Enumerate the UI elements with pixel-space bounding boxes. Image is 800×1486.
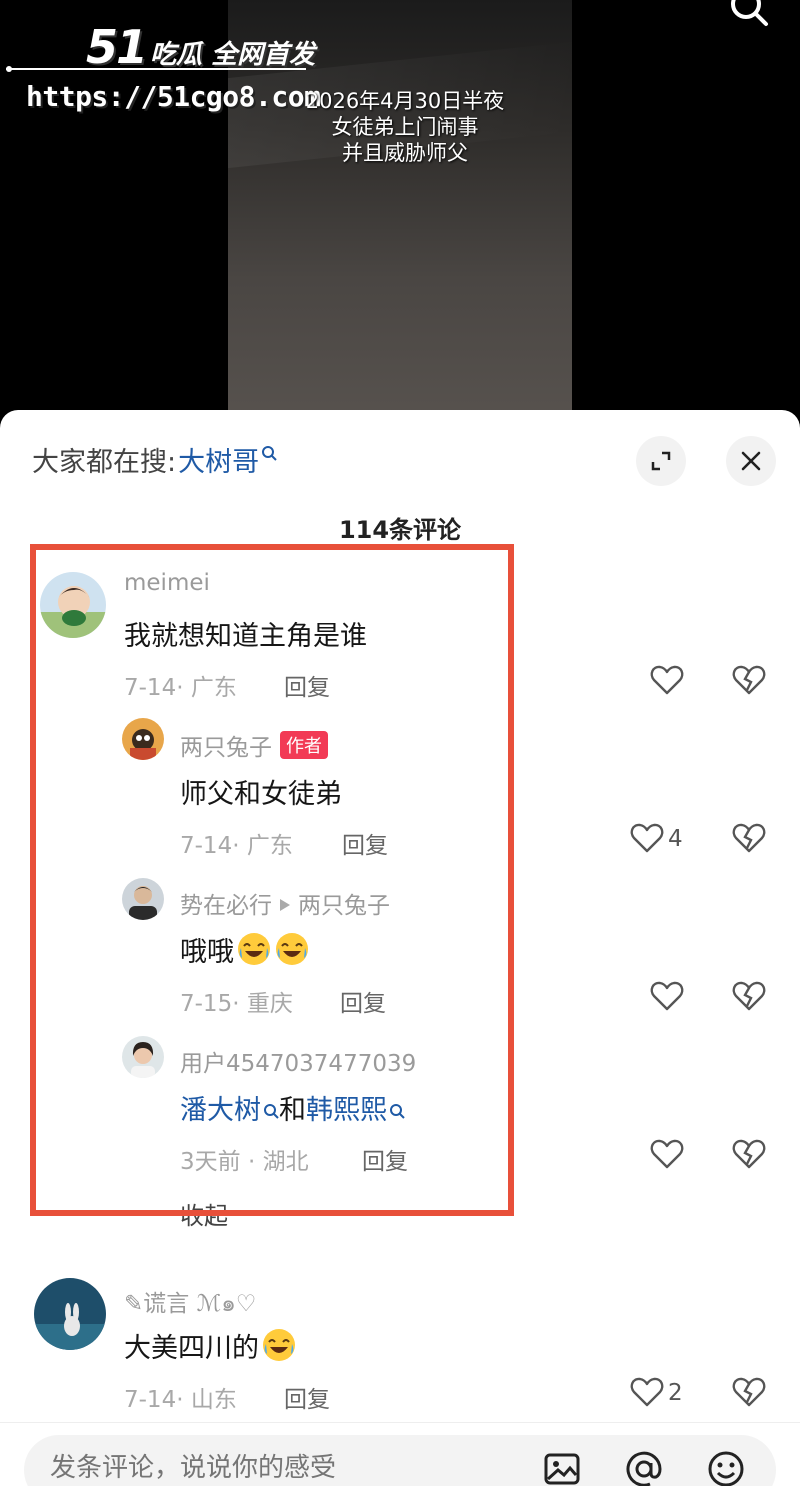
comment-date: 7-15 [180, 991, 233, 1017]
comment-text-body: 和 [279, 1095, 306, 1126]
dislike-icon[interactable] [732, 980, 766, 1012]
comment-text: 大美四川的 [124, 1326, 297, 1365]
emoji-icon[interactable] [706, 1449, 746, 1486]
heart-icon[interactable] [650, 1138, 684, 1170]
dislike-icon[interactable] [732, 664, 766, 696]
comment-count: 114条评论 [338, 516, 462, 544]
crying-laughing-emoji-icon [276, 933, 308, 965]
comment-input[interactable] [50, 1453, 510, 1483]
mention-link[interactable]: 潘大树 [180, 1095, 261, 1126]
comment-location: 广东 [246, 833, 293, 859]
comment-text: 哦哦 [180, 930, 310, 969]
dislike-icon[interactable] [732, 1138, 766, 1170]
comment-date: 7-14 [124, 675, 177, 701]
reply-button[interactable]: 回复 [342, 826, 388, 860]
watermark-url: https://51cgo8.com [26, 80, 321, 113]
video-player[interactable]: 51 吃瓜 全网首发 https://51cgo8.com 2026年4月30日… [0, 0, 800, 430]
comment-username[interactable]: 用户4547037477039 [180, 1044, 416, 1078]
caption-line: 2026年4月30日半夜 [305, 89, 505, 113]
mention-link[interactable]: 韩熙熙 [306, 1095, 387, 1126]
comment-location: 重庆 [246, 991, 293, 1017]
reply-button[interactable]: 回复 [362, 1142, 408, 1176]
small-search-icon [262, 445, 277, 461]
dislike-icon[interactable] [732, 822, 766, 854]
comment-meta: 7-14· 广东 [180, 833, 293, 859]
avatar[interactable] [40, 572, 106, 638]
caption-line: 女徒弟上门闹事 [331, 115, 479, 139]
caption-line: 并且威胁师父 [342, 141, 468, 165]
comment-date: 3天前 [180, 1149, 241, 1175]
comment-meta: 3天前 · 湖北 [180, 1149, 309, 1175]
comment-input-bar [0, 1422, 800, 1486]
reply-arrow-icon [280, 899, 290, 911]
crying-laughing-emoji-icon [238, 933, 270, 965]
comment-location: 山东 [190, 1387, 237, 1413]
search-icon[interactable] [728, 0, 770, 28]
video-caption: 2026年4月30日半夜 女徒弟上门闹事 并且威胁师父 [290, 88, 520, 166]
image-icon[interactable] [542, 1449, 582, 1486]
reply-username[interactable]: 势在必行 [180, 893, 272, 919]
comment-meta: 7-14· 山东 [124, 1387, 237, 1413]
small-search-icon [264, 1104, 279, 1119]
comment-username[interactable]: ✎谎言 ℳ๑♡ [124, 1284, 256, 1322]
comment-panel: 大家都在搜: 大树哥 114条评论 meimei 我就想知道主角是谁 7-14·… [0, 410, 800, 1486]
comment-username: 两只兔子 作者 [180, 728, 328, 762]
reply-username[interactable]: 两只兔子 [180, 735, 272, 761]
trending-search[interactable]: 大家都在搜: 大树哥 [32, 440, 277, 479]
avatar[interactable] [122, 878, 164, 920]
reply-button[interactable]: 回复 [284, 1380, 330, 1414]
heart-icon[interactable] [650, 980, 684, 1012]
heart-icon[interactable] [630, 822, 664, 854]
comment-text: 潘大树 和韩熙熙 [180, 1088, 405, 1127]
avatar[interactable] [122, 718, 164, 760]
avatar-image [122, 1036, 164, 1078]
close-icon [741, 451, 761, 471]
comment-text-body: 大美四川的 [124, 1333, 259, 1364]
expand-button[interactable] [636, 436, 686, 486]
avatar-image [122, 718, 164, 760]
comment-text-body: 哦哦 [180, 937, 234, 968]
watermark-circuit-line [6, 66, 306, 72]
avatar[interactable] [34, 1278, 106, 1350]
crying-laughing-emoji-icon [263, 1329, 295, 1361]
like-count: 2 [668, 1380, 683, 1406]
expand-icon [651, 451, 671, 471]
username-main: ✎谎言 [124, 1291, 190, 1317]
close-button[interactable] [726, 436, 776, 486]
comment-username: 势在必行 两只兔子 [180, 886, 390, 920]
trending-search-term[interactable]: 大树哥 [178, 440, 259, 479]
comment-location: 湖北 [262, 1149, 309, 1175]
comment-meta: 7-14· 广东 [124, 675, 237, 701]
reply-button[interactable]: 回复 [284, 668, 330, 702]
avatar[interactable] [122, 1036, 164, 1078]
comment-date: 7-14 [124, 1387, 177, 1413]
heart-icon[interactable] [630, 1376, 664, 1408]
comment-text: 师父和女徒弟 [180, 779, 342, 810]
collapse-replies-button[interactable]: 收起 [180, 1196, 228, 1231]
avatar-image [122, 878, 164, 920]
heart-icon[interactable] [650, 664, 684, 696]
reply-to-username[interactable]: 两只兔子 [298, 893, 390, 919]
comment-location: 广东 [190, 675, 237, 701]
like-count: 4 [668, 826, 683, 852]
dislike-icon[interactable] [732, 1376, 766, 1408]
comment-date: 7-14 [180, 833, 233, 859]
avatar-image [40, 572, 106, 638]
comment-input-container[interactable] [24, 1435, 776, 1486]
username-suffix: ℳ๑♡ [196, 1291, 257, 1317]
small-search-icon [390, 1104, 405, 1119]
comment-text: 我就想知道主角是谁 [124, 621, 367, 652]
avatar-image [34, 1278, 106, 1350]
trending-search-prefix: 大家都在搜: [32, 447, 177, 478]
comment-meta: 7-15· 重庆 [180, 991, 293, 1017]
comment-username[interactable]: meimei [124, 570, 210, 596]
mention-icon[interactable] [624, 1449, 664, 1486]
reply-button[interactable]: 回复 [340, 984, 386, 1018]
author-badge: 作者 [280, 731, 328, 759]
